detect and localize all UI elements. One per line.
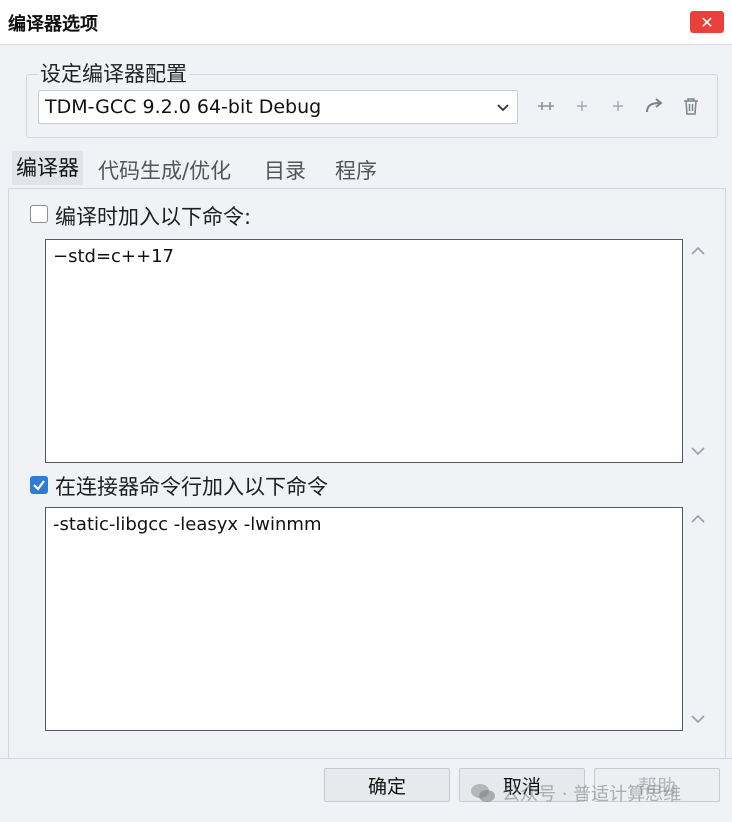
watermark: 公众号 · 普适计算思维 [470, 780, 681, 806]
linker-commands-checkbox[interactable] [30, 476, 48, 494]
watermark-text: 公众号 · 普适计算思维 [502, 784, 682, 805]
footer-divider [0, 758, 732, 759]
tab-compiler[interactable]: 编译器 [12, 151, 83, 185]
linker-commands-label: 在连接器命令行加入以下命令 [55, 475, 328, 499]
plus-icon[interactable] [574, 96, 590, 116]
scroll-up-icon[interactable] [690, 512, 706, 526]
tab-programs[interactable]: 程序 [332, 155, 380, 185]
close-icon: ✕ [700, 12, 714, 32]
tab-bar: 编译器 代码生成/优化 目录 程序 [0, 150, 732, 188]
rename-arrow-icon[interactable] [644, 96, 666, 116]
config-group-label: 设定编译器配置 [38, 58, 189, 88]
window-title: 编译器选项 [8, 14, 98, 35]
tab-directories[interactable]: 目录 [261, 155, 309, 185]
wechat-icon [471, 784, 495, 802]
ok-button[interactable]: 确定 [324, 768, 450, 802]
compiler-config-select[interactable]: TDM-GCC 9.2.0 64-bit Debug [38, 90, 518, 124]
add-config-icon[interactable] [536, 96, 556, 116]
title-bar: 编译器选项 ✕ [0, 0, 732, 45]
plus-icon[interactable] [610, 96, 626, 116]
linker-commands-textarea[interactable]: -static-libgcc -leasyx -lwinmm [45, 507, 683, 731]
compiler-commands-text: −std=c++17 [53, 246, 174, 267]
chevron-down-icon [497, 104, 509, 112]
scroll-down-icon[interactable] [690, 444, 706, 458]
trash-icon[interactable] [682, 96, 700, 116]
compiler-commands-textarea[interactable]: −std=c++17 [45, 239, 683, 463]
checkmark-icon [33, 480, 45, 491]
compiler-commands-label: 编译时加入以下命令: [55, 205, 252, 229]
linker-commands-text: -static-libgcc -leasyx -lwinmm [53, 514, 322, 535]
scroll-up-icon[interactable] [690, 244, 706, 258]
compiler-config-value: TDM-GCC 9.2.0 64-bit Debug [45, 96, 322, 118]
close-button[interactable]: ✕ [690, 11, 724, 33]
scroll-down-icon[interactable] [690, 712, 706, 726]
compiler-commands-checkbox[interactable] [30, 205, 48, 223]
tab-codegen[interactable]: 代码生成/优化 [95, 155, 234, 185]
